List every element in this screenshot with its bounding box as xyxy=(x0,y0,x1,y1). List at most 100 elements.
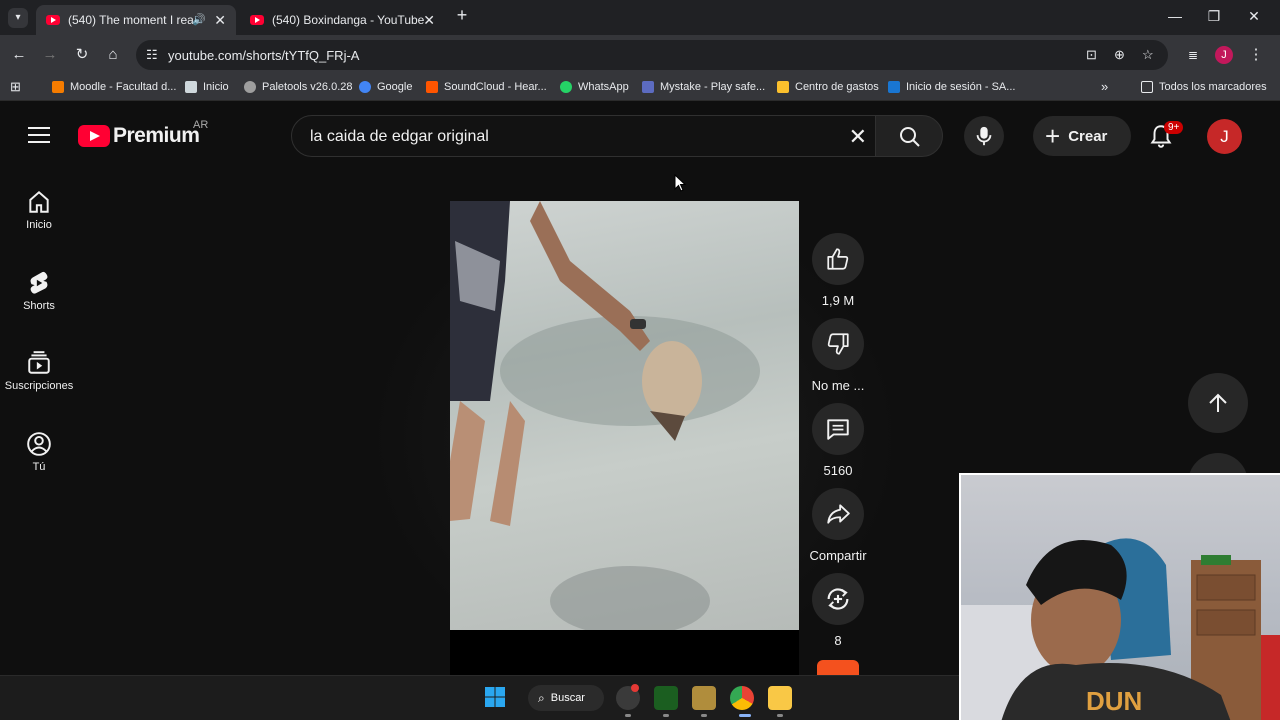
close-tab-icon[interactable]: ✕ xyxy=(423,12,435,29)
tab-shorts-video[interactable]: (540) The moment I realized 🔊 ✕ xyxy=(36,5,236,35)
like-button[interactable]: 1,9 M xyxy=(810,233,866,308)
mouse-cursor-icon xyxy=(674,174,686,192)
bookmark-soundcloud[interactable]: SoundCloud - Hear... xyxy=(426,81,547,93)
remix-button[interactable]: 8 xyxy=(810,573,866,648)
channel-avatar[interactable] xyxy=(817,660,859,675)
moodle-icon xyxy=(52,81,64,93)
bookmark-inicio-sesion[interactable]: Inicio de sesión - SA... xyxy=(888,81,1015,93)
create-button[interactable]: + Crear xyxy=(1033,116,1131,156)
voice-search-button[interactable] xyxy=(964,116,1004,156)
task-app-chrome-icon[interactable] xyxy=(730,686,754,710)
menu-icon[interactable] xyxy=(28,127,50,145)
running-indicator xyxy=(777,714,783,717)
comments-button[interactable]: 5160 xyxy=(810,403,866,478)
more-bookmarks-icon[interactable]: » xyxy=(1101,79,1108,94)
record-indicator xyxy=(631,684,639,692)
browser-toolbar: ← → ↻ ⌂ ☷ youtube.com/shorts/tYTfQ_FRj-A… xyxy=(0,35,1280,75)
speaker-icon[interactable]: 🔊 xyxy=(192,13,206,26)
you-icon xyxy=(27,432,51,456)
taskbar-search-button[interactable]: ⌕ Buscar xyxy=(528,685,604,711)
guide-item-shorts[interactable]: Shorts xyxy=(0,270,78,312)
folder-icon xyxy=(1141,81,1153,93)
whatsapp-icon xyxy=(560,81,572,93)
profile-avatar[interactable]: J xyxy=(1215,46,1233,64)
youtube-logo-icon[interactable] xyxy=(78,125,110,147)
video-frame-image xyxy=(450,201,760,630)
search-query-text: la caida de edgar original xyxy=(310,128,489,145)
home-page-icon[interactable]: ⌂ xyxy=(103,45,123,65)
maximize-button[interactable]: ❐ xyxy=(1199,8,1229,25)
windows-start-icon[interactable] xyxy=(485,687,505,707)
search-button[interactable] xyxy=(875,115,943,157)
bookmark-whatsapp[interactable]: WhatsApp xyxy=(560,81,629,93)
all-bookmarks-folder[interactable]: Todos los marcadores xyxy=(1141,81,1267,93)
like-count: 1,9 M xyxy=(821,293,855,308)
logo-text[interactable]: Premium xyxy=(113,124,200,148)
new-tab-button[interactable]: + xyxy=(447,5,477,26)
thumbs-down-icon xyxy=(827,333,849,355)
microphone-icon xyxy=(976,126,992,146)
thumbs-up-icon xyxy=(827,248,849,270)
previous-short-button[interactable] xyxy=(1188,373,1248,433)
running-indicator xyxy=(739,714,751,717)
soundcloud-icon xyxy=(426,81,438,93)
share-icon xyxy=(827,504,850,524)
dislike-button[interactable]: No me ... xyxy=(810,318,866,393)
comment-icon xyxy=(827,419,849,440)
install-app-icon[interactable]: ⊡ xyxy=(1086,47,1097,63)
bookmarks-bar: ⊞ Moodle - Facultad d... Inicio Paletool… xyxy=(0,75,1280,101)
arrow-up-icon xyxy=(1209,393,1227,412)
task-app-league-icon[interactable] xyxy=(692,686,716,710)
guide-item-tu[interactable]: Tú xyxy=(0,431,78,473)
bookmark-centro-gastos[interactable]: Centro de gastos xyxy=(777,81,879,93)
url-text: youtube.com/shorts/tYTfQ_FRj-A xyxy=(168,48,360,63)
dislike-label: No me ... xyxy=(811,378,865,393)
youtube-masthead: Premium AR la caida de edgar original ✕ … xyxy=(0,101,1280,171)
bookmark-moodle[interactable]: Moodle - Facultad d... xyxy=(52,81,176,93)
guide-item-inicio[interactable]: Inicio xyxy=(0,189,78,231)
bookmark-star-icon[interactable]: ☆ xyxy=(1142,47,1154,63)
bookmark-inicio[interactable]: Inicio xyxy=(185,81,229,93)
media-controls-icon[interactable]: ≣ xyxy=(1183,45,1203,65)
youtube-favicon-icon xyxy=(250,15,264,25)
forward-icon[interactable]: → xyxy=(40,45,60,65)
task-app-explorer-icon[interactable] xyxy=(768,686,792,710)
player-bottom-bar xyxy=(450,630,799,675)
tab-search-button[interactable]: ▾ xyxy=(8,8,28,28)
chrome-menu-icon[interactable]: ⋮ xyxy=(1246,45,1266,65)
spreadsheet-icon xyxy=(777,81,789,93)
globe-icon xyxy=(244,81,256,93)
remix-count: 8 xyxy=(834,633,842,648)
webcam-person-image: DUN xyxy=(961,538,1280,720)
search-input[interactable]: la caida de edgar original ✕ xyxy=(291,115,876,157)
search-icon xyxy=(900,127,920,147)
windows-taskbar: ⌕ Buscar xyxy=(0,675,959,720)
back-icon[interactable]: ← xyxy=(9,45,29,65)
task-app-green-icon[interactable] xyxy=(654,686,678,710)
reload-icon[interactable]: ↻ xyxy=(72,45,92,65)
tab-boxindanga[interactable]: (540) Boxindanga - YouTube ✕ xyxy=(240,5,445,35)
bookmark-google[interactable]: Google xyxy=(359,81,412,93)
bookmark-mystake[interactable]: Mystake - Play safe... xyxy=(642,81,765,93)
close-window-button[interactable]: ✕ xyxy=(1239,8,1269,25)
apps-grid-icon[interactable]: ⊞ xyxy=(10,79,21,95)
svg-text:DUN: DUN xyxy=(1086,686,1142,716)
minimize-button[interactable]: — xyxy=(1160,8,1190,24)
address-bar[interactable]: ☷ youtube.com/shorts/tYTfQ_FRj-A ⊡ ⊕ ☆ xyxy=(136,40,1168,70)
share-button[interactable]: Compartir xyxy=(809,488,867,563)
running-indicator xyxy=(701,714,707,717)
site-settings-icon[interactable]: ☷ xyxy=(146,47,158,63)
bookmark-paletools[interactable]: Paletools v26.0.28 xyxy=(244,81,353,93)
account-avatar[interactable]: J xyxy=(1207,119,1242,154)
zoom-icon[interactable]: ⊕ xyxy=(1114,47,1125,63)
share-label: Compartir xyxy=(809,548,867,563)
webcam-overlay: DUN xyxy=(959,473,1280,720)
clear-search-icon[interactable]: ✕ xyxy=(849,124,867,150)
shorts-video-player[interactable] xyxy=(450,201,799,630)
running-indicator xyxy=(663,714,669,717)
sa-icon xyxy=(888,81,900,93)
plus-icon: + xyxy=(1045,121,1061,151)
guide-item-suscripciones[interactable]: Suscripciones xyxy=(0,350,78,392)
home-icon xyxy=(29,190,49,213)
close-tab-icon[interactable]: ✕ xyxy=(214,12,226,29)
